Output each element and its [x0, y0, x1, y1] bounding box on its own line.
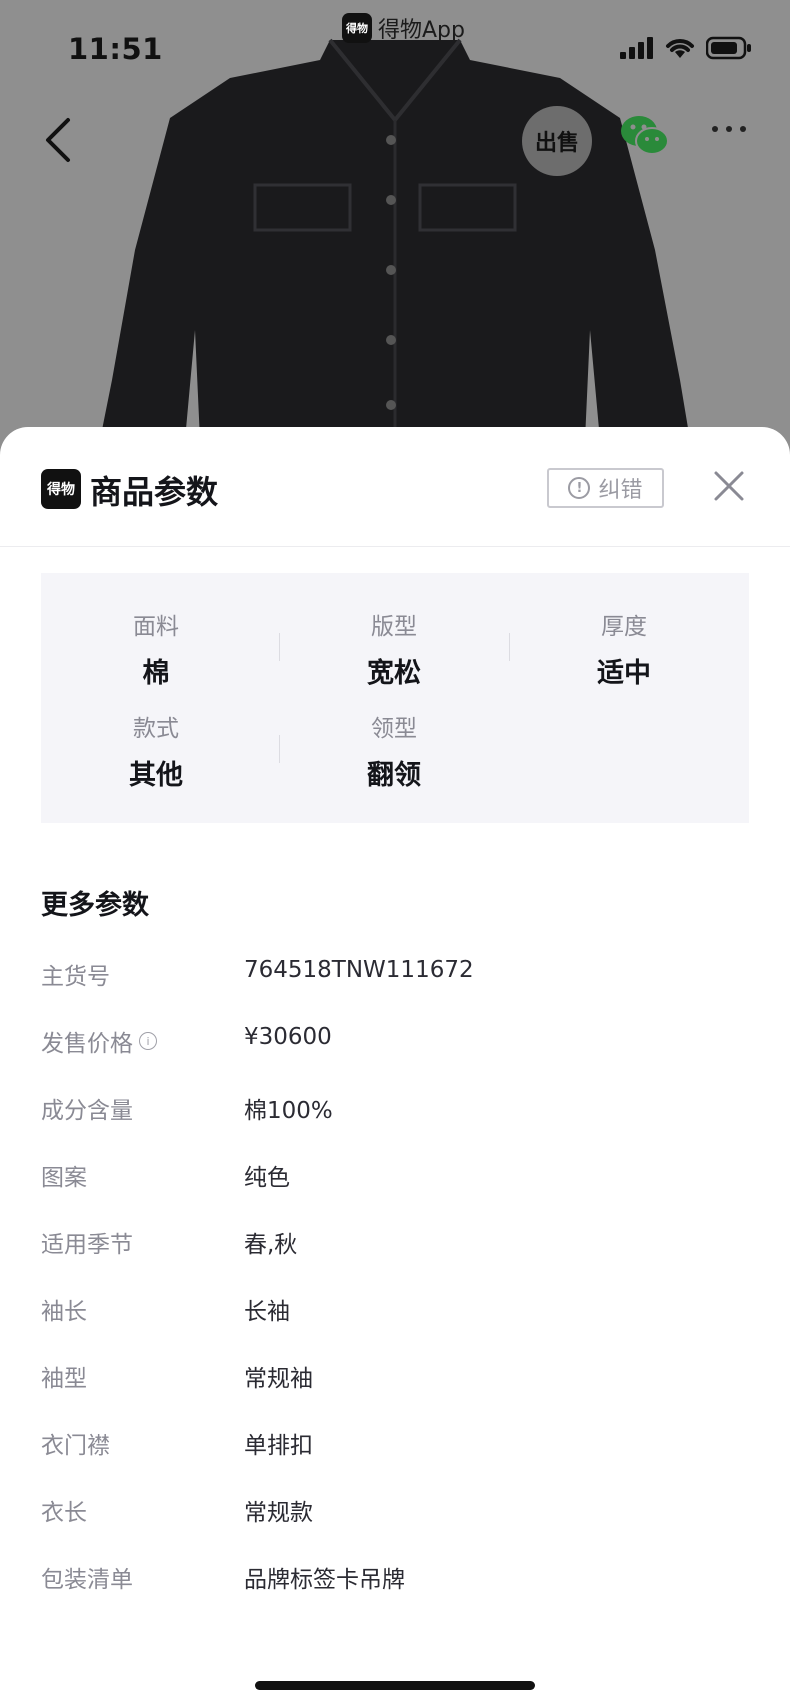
home-indicator	[255, 1681, 535, 1690]
param-value: 常规袖	[244, 1366, 313, 1392]
summary-value: 宽松	[367, 658, 421, 689]
signal-icon	[620, 37, 653, 59]
param-value: 单排扣	[244, 1433, 313, 1459]
status-time: 11:51	[68, 32, 163, 66]
param-value: 常规款	[244, 1500, 313, 1526]
summary-label: 厚度	[601, 614, 647, 640]
summary-label: 面料	[133, 614, 179, 640]
param-key: 衣长	[41, 1500, 87, 1526]
more-params-title: 更多参数	[41, 890, 149, 921]
summary-label: 领型	[371, 716, 417, 742]
param-value: 764518TNW111672	[244, 957, 474, 983]
param-key[interactable]: 发售价格 i	[41, 1024, 157, 1058]
param-key: 包装清单	[41, 1567, 133, 1593]
param-key: 袖长	[41, 1299, 87, 1325]
param-row: 主货号 764518TNW111672	[41, 957, 761, 997]
system-icons	[620, 36, 752, 60]
more-dots-icon[interactable]	[712, 126, 746, 132]
exclamation-circle-icon: !	[568, 477, 591, 499]
summary-cell: 领型 翻领	[279, 709, 509, 792]
status-bar: 11:51 得物 得物App	[0, 0, 790, 100]
app-logo: 得物	[342, 13, 372, 43]
param-row: 衣门襟 单排扣	[41, 1426, 761, 1466]
summary-cell: 款式 其他	[41, 709, 271, 792]
close-icon[interactable]	[712, 469, 746, 503]
param-key: 袖型	[41, 1366, 87, 1392]
param-row: 包装清单 品牌标签卡吊牌	[41, 1560, 761, 1600]
summary-value: 翻领	[367, 760, 421, 791]
source-app-pill[interactable]: 得物 得物App	[338, 10, 471, 46]
battery-icon	[706, 36, 751, 60]
param-key: 适用季节	[41, 1232, 133, 1258]
param-value: 品牌标签卡吊牌	[244, 1567, 405, 1593]
param-row: 发售价格 i ¥30600	[41, 1024, 761, 1064]
param-value: 棉100%	[244, 1098, 333, 1124]
param-row: 适用季节 春,秋	[41, 1225, 761, 1265]
app-name: 得物App	[378, 18, 465, 43]
param-key: 主货号	[41, 964, 110, 990]
summary-cell: 面料 棉	[41, 607, 271, 690]
param-value: 春,秋	[244, 1232, 298, 1258]
param-row: 袖型 常规袖	[41, 1359, 761, 1399]
param-key: 图案	[41, 1165, 87, 1191]
sell-label: 出售	[534, 131, 579, 156]
param-key-label: 发售价格	[41, 1031, 133, 1057]
param-value: 纯色	[244, 1165, 290, 1191]
correct-button[interactable]: ! 纠错	[547, 468, 664, 508]
param-row: 衣长 常规款	[41, 1493, 761, 1533]
wifi-icon	[666, 39, 694, 58]
param-row: 图案 纯色	[41, 1158, 761, 1198]
sell-button[interactable]: 出售	[522, 106, 592, 176]
summary-label: 版型	[371, 614, 417, 640]
summary-cell: 厚度 适中	[509, 607, 739, 690]
summary-cell: 版型 宽松	[279, 607, 509, 690]
summary-card: 面料 棉 版型 宽松 厚度 适中 款式 其他 领型 翻领	[41, 573, 749, 823]
param-key: 衣门襟	[41, 1433, 110, 1459]
info-icon[interactable]: i	[139, 1032, 157, 1050]
param-value: 长袖	[244, 1299, 290, 1325]
param-row: 成分含量 棉100%	[41, 1091, 761, 1131]
sheet-header: 得物 商品参数 ! 纠错	[0, 427, 790, 547]
summary-value: 适中	[597, 658, 651, 689]
wechat-icon[interactable]	[620, 114, 670, 158]
brand-logo: 得物	[41, 469, 81, 509]
correct-label: 纠错	[598, 478, 643, 503]
param-key: 成分含量	[41, 1098, 133, 1124]
summary-label: 款式	[133, 716, 179, 742]
summary-value: 棉	[142, 658, 170, 689]
summary-value: 其他	[129, 760, 183, 791]
chevron-left-icon[interactable]	[38, 112, 78, 168]
param-row: 袖长 长袖	[41, 1292, 761, 1332]
param-value: ¥30600	[244, 1024, 332, 1050]
sheet-title: 商品参数	[90, 473, 219, 511]
